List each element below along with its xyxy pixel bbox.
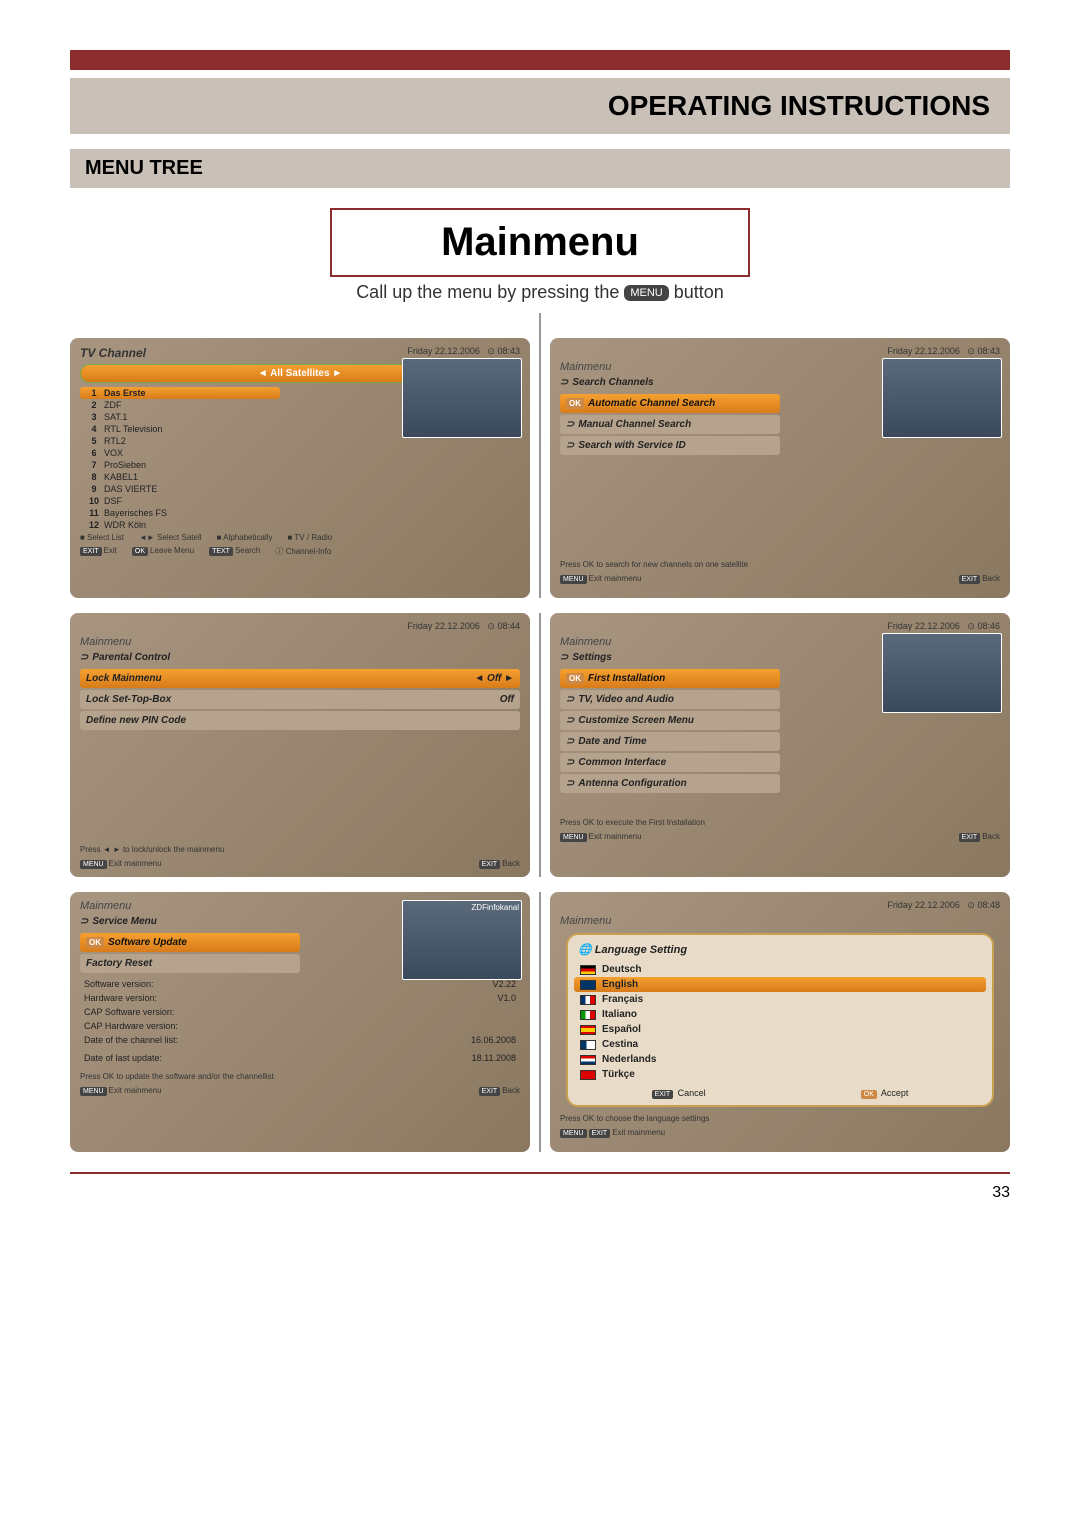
- menu-button-icon: MENU: [624, 285, 668, 301]
- preview-pip: [882, 633, 1002, 713]
- channel-row[interactable]: 2ZDF: [80, 399, 280, 411]
- setting-row[interactable]: Lock Mainmenu◄ Off ►: [80, 669, 520, 688]
- page-title: OPERATING INSTRUCTIONS: [90, 90, 990, 122]
- channel-row[interactable]: 1Das Erste: [80, 387, 280, 399]
- tree-connector: [539, 313, 541, 338]
- tree-branch: [539, 613, 541, 877]
- lang-item[interactable]: Italiano: [574, 1007, 986, 1022]
- channel-row[interactable]: 4RTL Television: [80, 423, 280, 435]
- menu-item[interactable]: Common Interface: [560, 753, 780, 772]
- lang-item[interactable]: Cestina: [574, 1037, 986, 1052]
- channel-row[interactable]: 9DAS VIERTE: [80, 483, 280, 495]
- screen-parental-control: Friday 22.12.2006 ⊙ 08:44 Mainmenu Paren…: [70, 613, 530, 877]
- footer-hints: ■ Select List◄► Select Satell■ Alphabeti…: [76, 531, 524, 544]
- page-number: 33: [70, 1174, 1010, 1212]
- channel-row[interactable]: 11Bayerisches FS: [80, 507, 280, 519]
- menu-item[interactable]: Customize Screen Menu: [560, 711, 780, 730]
- lang-item[interactable]: Español: [574, 1022, 986, 1037]
- menu-item[interactable]: Manual Channel Search: [560, 415, 780, 434]
- call-up-text: Call up the menu by pressing the MENU bu…: [70, 282, 1010, 303]
- menu-item[interactable]: Date and Time: [560, 732, 780, 751]
- screen-settings: Friday 22.12.2006 ⊙ 08:46 Mainmenu Setti…: [550, 613, 1010, 877]
- lang-item[interactable]: Français: [574, 992, 986, 1007]
- setting-row[interactable]: Define new PIN Code: [80, 711, 520, 730]
- hint-text: Press OK to update the software and/or t…: [76, 1069, 524, 1084]
- channel-row[interactable]: 7ProSieben: [80, 459, 280, 471]
- mainmenu-title: Mainmenu: [342, 220, 738, 265]
- preview-pip: [882, 358, 1002, 438]
- hint-text: Press OK to choose the language settings: [556, 1111, 1004, 1126]
- popup-title: 🌐 Language Setting: [574, 941, 986, 962]
- flag-es-icon: [580, 1025, 596, 1035]
- screen-search-channels: Friday 22.12.2006 ⊙ 08:43 Mainmenu Searc…: [550, 338, 1010, 598]
- screen-tv-channel: TV Channel Friday 22.12.2006 ⊙ 08:43 ◄ A…: [70, 338, 530, 598]
- flag-en-icon: [580, 980, 596, 990]
- hint-text: Press OK to search for new channels on o…: [556, 557, 1004, 572]
- flag-de-icon: [580, 965, 596, 975]
- flag-it-icon: [580, 1010, 596, 1020]
- title-band: OPERATING INSTRUCTIONS: [70, 78, 1010, 134]
- menu-item[interactable]: Search with Service ID: [560, 436, 780, 455]
- lang-item[interactable]: English: [574, 977, 986, 992]
- hint-text: Press ◄ ► to lock/unlock the mainmenu: [76, 842, 524, 857]
- info-table: Software version:V2.22 Hardware version:…: [80, 977, 520, 1065]
- breadcrumb: Mainmenu: [76, 634, 524, 650]
- flag-tr-icon: [580, 1070, 596, 1080]
- hint-text: Press OK to execute the First Installati…: [556, 815, 1004, 830]
- mainmenu-box: Mainmenu: [330, 208, 750, 277]
- tree-branch: [539, 892, 541, 1152]
- flag-nl-icon: [580, 1055, 596, 1065]
- channel-row[interactable]: 3SAT.1: [80, 411, 280, 423]
- submenu-title: Parental Control: [76, 650, 524, 669]
- channel-row[interactable]: 12WDR Köln: [80, 519, 280, 531]
- header-band: [70, 50, 1010, 70]
- lang-item[interactable]: Nederlands: [574, 1052, 986, 1067]
- section-band: MENU TREE: [70, 149, 1010, 188]
- language-popup: 🌐 Language Setting Deutsch English Franç…: [566, 933, 994, 1107]
- preview-pip: [402, 358, 522, 438]
- menu-item[interactable]: OKSoftware Update: [80, 933, 300, 952]
- menu-item[interactable]: TV, Video and Audio: [560, 690, 780, 709]
- menu-item[interactable]: OKAutomatic Channel Search: [560, 394, 780, 413]
- flag-fr-icon: [580, 995, 596, 1005]
- flag-cz-icon: [580, 1040, 596, 1050]
- channel-row[interactable]: 6VOX: [80, 447, 280, 459]
- section-title: MENU TREE: [85, 157, 995, 180]
- setting-row[interactable]: Lock Set-Top-BoxOff: [80, 690, 520, 709]
- tree-branch: [539, 338, 541, 598]
- channel-row[interactable]: 8KABEL1: [80, 471, 280, 483]
- screen-service-menu: Mainmenu Service Menu ZDFinfokanal OKSof…: [70, 892, 530, 1152]
- menu-item[interactable]: OKFirst Installation: [560, 669, 780, 688]
- screen-title: TV Channel: [80, 346, 146, 360]
- breadcrumb: Mainmenu: [556, 913, 1004, 929]
- menu-item[interactable]: Antenna Configuration: [560, 774, 780, 793]
- channel-row[interactable]: 5RTL2: [80, 435, 280, 447]
- channel-row[interactable]: 10DSF: [80, 495, 280, 507]
- menu-item[interactable]: Factory Reset: [80, 954, 300, 973]
- preview-pip: ZDFinfokanal: [402, 900, 522, 980]
- lang-item[interactable]: Türkçe: [574, 1067, 986, 1082]
- screen-language-setting: Friday 22.12.2006 ⊙ 08:48 Mainmenu 🌐 Lan…: [550, 892, 1010, 1152]
- lang-item[interactable]: Deutsch: [574, 962, 986, 977]
